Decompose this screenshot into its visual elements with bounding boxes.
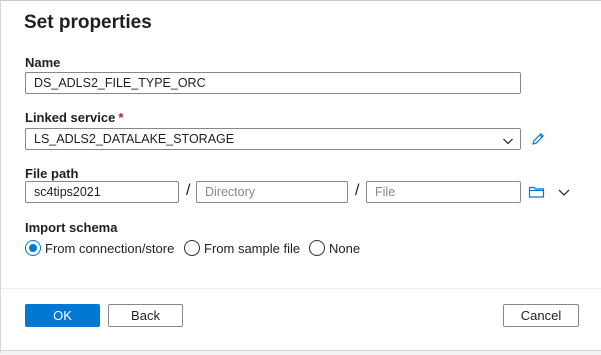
file-path-label: File path <box>25 166 79 181</box>
radio-circle <box>184 240 200 256</box>
folder-icon[interactable] <box>528 184 545 205</box>
back-button[interactable]: Back <box>108 304 183 327</box>
chevron-down-icon <box>502 133 514 149</box>
radio-from-sample-file[interactable]: From sample file <box>184 238 300 258</box>
path-separator: / <box>186 182 191 199</box>
required-marker: * <box>118 110 124 125</box>
chevron-down-icon[interactable] <box>557 185 571 204</box>
radio-label: From connection/store <box>45 240 175 256</box>
set-properties-dialog: Set properties Name DS_ADLS2_FILE_TYPE_O… <box>0 0 601 355</box>
radio-from-connection-store[interactable]: From connection/store <box>25 238 174 258</box>
radio-none[interactable]: None <box>309 238 360 258</box>
footer-divider <box>1 288 601 289</box>
name-input[interactable]: DS_ADLS2_FILE_TYPE_ORC <box>25 72 521 94</box>
path-separator: / <box>355 182 360 199</box>
linked-service-label-text: Linked service <box>25 110 116 125</box>
radio-label: None <box>329 240 361 256</box>
file-placeholder: File <box>375 185 396 199</box>
ok-button[interactable]: OK <box>25 304 100 327</box>
name-label: Name <box>25 55 61 70</box>
linked-service-value: LS_ADLS2_DATALAKE_STORAGE <box>34 132 235 146</box>
linked-service-select[interactable]: LS_ADLS2_DATALAKE_STORAGE <box>25 128 521 150</box>
container-input-value: sc4tips2021 <box>34 185 101 199</box>
radio-label: From sample file <box>204 240 301 256</box>
directory-placeholder: Directory <box>205 185 256 199</box>
name-input-value: DS_ADLS2_FILE_TYPE_ORC <box>34 76 206 90</box>
cancel-button[interactable]: Cancel <box>503 304 579 327</box>
dialog-title: Set properties <box>24 12 152 33</box>
radio-circle-selected <box>25 240 41 256</box>
file-input[interactable]: File <box>366 181 521 203</box>
container-input[interactable]: sc4tips2021 <box>25 181 179 203</box>
linked-service-label: Linked service * <box>25 110 123 125</box>
radio-circle <box>309 240 325 256</box>
pencil-icon[interactable] <box>530 131 546 152</box>
directory-input[interactable]: Directory <box>196 181 348 203</box>
import-schema-label: Import schema <box>25 220 118 235</box>
